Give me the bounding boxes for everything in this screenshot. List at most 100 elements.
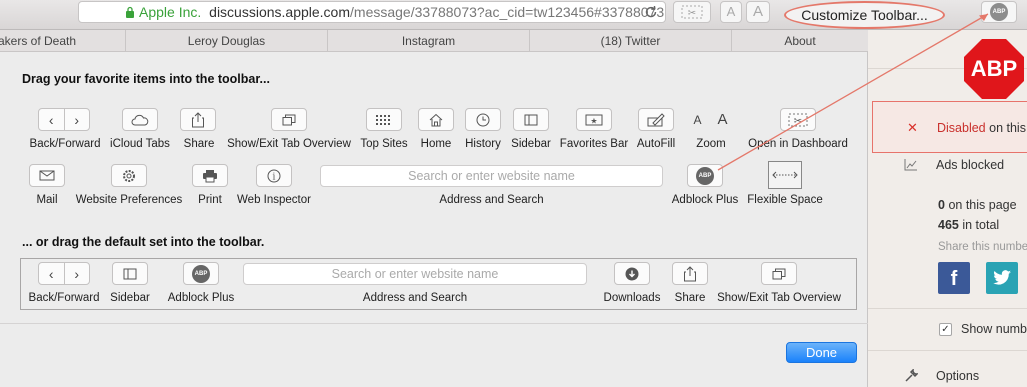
chevron-left-icon: ‹ bbox=[48, 111, 54, 128]
zoom-out-button[interactable]: A bbox=[720, 1, 742, 23]
grid-icon bbox=[376, 114, 390, 125]
website-preferences-button bbox=[111, 164, 147, 187]
mail-button bbox=[29, 164, 65, 187]
address-search-item[interactable]: Search or enter website name Address and… bbox=[320, 164, 663, 208]
reload-icon[interactable] bbox=[643, 4, 659, 20]
web-inspector-label: Web Inspector bbox=[237, 194, 311, 206]
sidebar-icon bbox=[524, 114, 538, 125]
default-downloads: Downloads bbox=[603, 262, 661, 306]
clock-icon bbox=[476, 113, 490, 126]
ads-blocked-label: Ads blocked bbox=[936, 158, 1005, 172]
dashboard-button[interactable]: ✂ bbox=[673, 1, 711, 23]
lock-icon bbox=[126, 6, 134, 18]
zoom-item[interactable]: AA Zoom bbox=[684, 108, 738, 152]
dashboard-clip-icon: ✂ bbox=[788, 113, 808, 127]
download-icon bbox=[625, 267, 639, 280]
abp-icon: ABP bbox=[696, 166, 714, 185]
facebook-button[interactable]: f bbox=[938, 262, 970, 294]
adblock-plus-item[interactable]: ABP Adblock Plus bbox=[671, 164, 739, 208]
wrench-icon bbox=[905, 369, 918, 382]
home-icon bbox=[429, 113, 443, 126]
mail-item[interactable]: Mail bbox=[29, 164, 65, 208]
back-forward-label: Back/Forward bbox=[29, 138, 101, 150]
favorites-bar-item[interactable]: ★ Favorites Bar bbox=[560, 108, 628, 152]
tab-overview-label: Show/Exit Tab Overview bbox=[227, 138, 351, 150]
print-button bbox=[192, 164, 228, 187]
sidebar-item[interactable]: Sidebar bbox=[511, 108, 551, 152]
tabs-icon bbox=[772, 268, 786, 279]
on-page-label: on this page bbox=[948, 198, 1017, 212]
default-share-button bbox=[672, 262, 708, 285]
autofill-item[interactable]: AutoFill bbox=[637, 108, 675, 152]
favorites-bar-label: Favorites Bar bbox=[559, 138, 629, 150]
options-link[interactable]: Options bbox=[936, 369, 979, 383]
twitter-bird-icon bbox=[993, 270, 1011, 285]
customize-toolbar-menu-item[interactable]: Customize Toolbar... bbox=[784, 1, 945, 29]
status-disabled: Disabled bbox=[937, 121, 986, 135]
default-back-forward-control: ‹ › bbox=[38, 262, 90, 285]
bookmark-twitter[interactable]: (18) Twitter bbox=[530, 30, 732, 52]
info-icon: i bbox=[267, 169, 281, 182]
abp-icon: ABP bbox=[192, 264, 210, 283]
bookmark-leroy-douglas[interactable]: Leroy Douglas bbox=[126, 30, 328, 52]
share-item[interactable]: Share bbox=[180, 108, 218, 152]
zoom-in-button[interactable]: A bbox=[746, 1, 770, 23]
bookmark-makers-of-death[interactable]: Makers of Death bbox=[0, 30, 126, 52]
default-sidebar-button bbox=[112, 262, 148, 285]
bookmark-about[interactable]: About bbox=[732, 30, 868, 52]
web-inspector-item[interactable]: i Web Inspector bbox=[236, 164, 312, 208]
chevron-right-icon: › bbox=[63, 109, 90, 130]
open-dashboard-button: ✂ bbox=[780, 108, 816, 131]
print-label: Print bbox=[198, 194, 222, 206]
history-label: History bbox=[465, 138, 501, 150]
twitter-button[interactable] bbox=[986, 262, 1018, 294]
print-item[interactable]: Print bbox=[192, 164, 228, 208]
autofill-button bbox=[638, 108, 674, 131]
top-sites-item[interactable]: Top Sites bbox=[360, 108, 408, 152]
tab-overview-item[interactable]: Show/Exit Tab Overview bbox=[227, 108, 351, 152]
default-set-container[interactable]: ‹ › Back/Forward Sidebar ABP Adblock Plus… bbox=[20, 258, 857, 310]
sidebar-button bbox=[513, 108, 549, 131]
close-x-icon: ✕ bbox=[907, 120, 918, 135]
total-count: 465 bbox=[938, 218, 959, 232]
default-share: Share bbox=[671, 262, 709, 306]
show-number-checkbox[interactable]: ✓ bbox=[939, 323, 952, 336]
default-sidebar: Sidebar bbox=[110, 262, 150, 306]
cloud-icon bbox=[131, 114, 149, 125]
done-button[interactable]: Done bbox=[786, 342, 857, 363]
default-sidebar-label: Sidebar bbox=[110, 292, 150, 304]
favorites-bar-button: ★ bbox=[576, 108, 612, 131]
total-stat: 465 in total bbox=[938, 218, 999, 232]
sidebar-label: Sidebar bbox=[511, 138, 551, 150]
home-item[interactable]: Home bbox=[418, 108, 454, 152]
address-bar[interactable]: Apple Inc. discussions.apple.com/message… bbox=[78, 1, 666, 23]
default-downloads-button bbox=[614, 262, 650, 285]
share-icon bbox=[684, 265, 696, 281]
website-preferences-item[interactable]: Website Preferences bbox=[74, 164, 184, 208]
status-panel[interactable]: ✕ Disabled on this bbox=[872, 101, 1027, 153]
default-address-search-label: Address and Search bbox=[362, 292, 468, 304]
autofill-label: AutoFill bbox=[636, 138, 676, 150]
adblock-plus-label: Adblock Plus bbox=[671, 194, 739, 206]
sheet-divider bbox=[0, 323, 868, 324]
flexible-space-label: Flexible Space bbox=[747, 194, 823, 206]
history-item[interactable]: History bbox=[465, 108, 501, 152]
status-text: Disabled on this bbox=[937, 121, 1026, 135]
popover-divider bbox=[868, 308, 1027, 309]
default-adblock-plus-button: ABP bbox=[183, 262, 219, 285]
back-forward-item[interactable]: ‹ › Back/Forward bbox=[30, 108, 100, 152]
adblock-popover: ABP ✕ Disabled on this Ads blocked 0 on … bbox=[868, 30, 1027, 387]
status-rest: on this bbox=[989, 121, 1026, 135]
bookmark-instagram[interactable]: Instagram bbox=[328, 30, 530, 52]
abp-logo: ABP bbox=[964, 39, 1024, 99]
flexible-space-item[interactable]: Flexible Space bbox=[747, 161, 823, 208]
svg-text:✂: ✂ bbox=[688, 8, 696, 19]
default-set-heading: ... or drag the default set into the too… bbox=[22, 235, 265, 249]
zoom-control: AA bbox=[684, 108, 736, 131]
url-path: /message/33788073?ac_cid=tw123456#337880… bbox=[350, 4, 665, 20]
url-domain: discussions.apple.com bbox=[209, 4, 351, 20]
open-dashboard-item[interactable]: ✂ Open in Dashboard bbox=[748, 108, 848, 152]
zoom-in-glyph: A bbox=[717, 111, 728, 128]
icloud-tabs-item[interactable]: iCloud Tabs bbox=[110, 108, 170, 152]
certificate-org: Apple Inc. bbox=[139, 4, 202, 20]
